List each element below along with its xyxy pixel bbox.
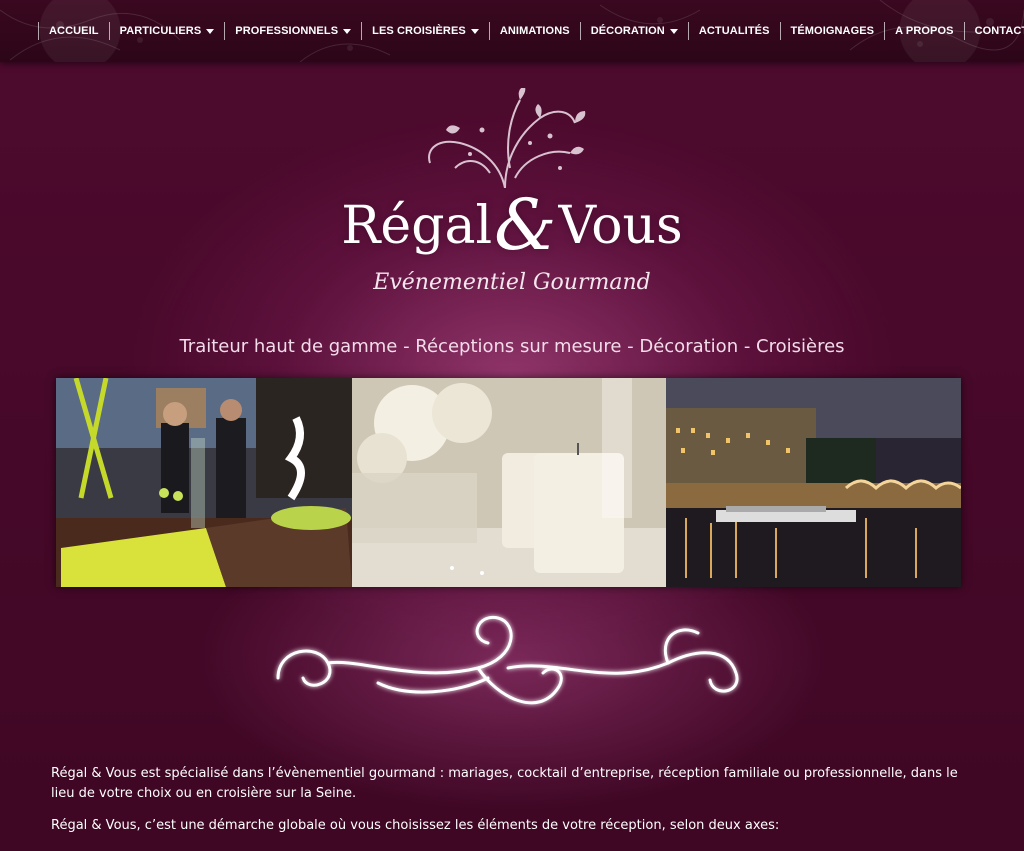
brand-tagline: Evénementiel Gourmand bbox=[373, 270, 651, 295]
intro-paragraph-2: Régal & Vous, c’est une démarche globale… bbox=[51, 818, 780, 833]
nav-item-label: ACCUEIL bbox=[49, 25, 99, 37]
nav-item-professionnels[interactable]: PROFESSIONNELS bbox=[224, 22, 361, 40]
nav-item-particuliers[interactable]: PARTICULIERS bbox=[108, 22, 225, 40]
nav-item-contact[interactable]: CONTACT bbox=[963, 22, 1024, 40]
photo-banner bbox=[56, 378, 961, 587]
intro-paragraph-1: Régal & Vous est spécialisé dans l’évène… bbox=[51, 766, 958, 801]
seine-night-photo bbox=[666, 378, 961, 587]
nav-item-label: ACTUALITÉS bbox=[698, 25, 770, 37]
nav-item-decoration[interactable]: DÉCORATION bbox=[579, 22, 688, 40]
nav-item-actualites[interactable]: ACTUALITÉS bbox=[687, 22, 780, 40]
caret-down-icon bbox=[470, 28, 479, 34]
nav-item-accueil[interactable]: ACCUEIL bbox=[38, 22, 109, 40]
nav-item-label: CONTACT bbox=[974, 25, 1024, 37]
nav-item-label: LES CROISIÈRES bbox=[372, 25, 466, 37]
swirl-ornament-icon bbox=[276, 615, 739, 705]
nav-item-label: PARTICULIERS bbox=[119, 25, 202, 37]
top-navigation-bar: ACCUEIL PARTICULIERS PROFESSIONNELS LES CRO… bbox=[0, 0, 1024, 62]
caret-down-icon bbox=[206, 28, 215, 34]
nav-item-animations[interactable]: ANIMATIONS bbox=[488, 22, 580, 40]
nav-item-label: A PROPOS bbox=[895, 25, 954, 37]
nav-item-les-croisieres[interactable]: LES CROISIÈRES bbox=[361, 22, 489, 40]
main-menu: ACCUEIL PARTICULIERS PROFESSIONNELS LES CRO… bbox=[38, 22, 1024, 40]
brand-logo[interactable]: Régal&Vous bbox=[0, 178, 1024, 266]
brand-ampersand: & bbox=[494, 184, 557, 266]
nav-item-label: TÉMOIGNAGES bbox=[790, 25, 875, 37]
nav-item-a-propos[interactable]: A PROPOS bbox=[884, 22, 963, 40]
floral-ornament-icon bbox=[428, 88, 586, 188]
brand-name-right: Vous bbox=[558, 196, 683, 256]
nav-item-label: PROFESSIONNELS bbox=[235, 25, 339, 37]
caret-down-icon bbox=[669, 28, 678, 34]
brand-name-left: Régal bbox=[341, 196, 493, 256]
nav-item-label: DÉCORATION bbox=[590, 25, 665, 37]
caret-down-icon bbox=[343, 28, 352, 34]
intro-text: Régal & Vous est spécialisé dans l’évène… bbox=[51, 764, 971, 848]
nav-item-label: ANIMATIONS bbox=[499, 25, 570, 37]
services-headline: Traiteur haut de gamme - Réceptions sur … bbox=[179, 336, 845, 357]
nav-item-temoignages[interactable]: TÉMOIGNAGES bbox=[779, 22, 885, 40]
buffet-photo bbox=[56, 378, 352, 587]
candles-roses-photo bbox=[352, 378, 666, 587]
